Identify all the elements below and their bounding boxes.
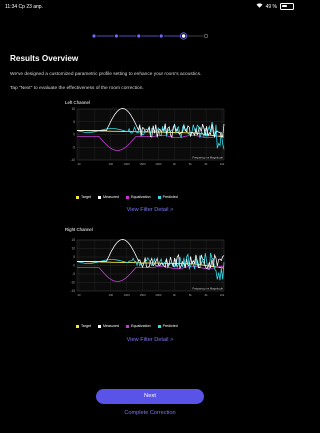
x-tick-label: 5k <box>189 162 193 166</box>
x-tick-label: 10k <box>220 293 225 297</box>
status-bar: 11:34 Ср 23 апр. 49 % <box>0 0 300 12</box>
y-tick-label: 5 <box>73 120 75 124</box>
x-tick-label: 5k <box>189 293 193 297</box>
y-tick-label: -5 <box>72 272 75 276</box>
x-tick-label: 2000 <box>155 293 162 297</box>
legend-measured-swatch <box>98 195 101 199</box>
x-tick-label: 2000 <box>155 162 162 166</box>
y-tick-label: -15 <box>70 289 75 293</box>
y-tick-label: 10 <box>71 107 75 111</box>
progress-stepper <box>90 30 210 42</box>
battery-icon <box>280 3 294 10</box>
right-view-filter-detail-link[interactable]: View Filter Detail > <box>0 337 300 343</box>
right-channel-chart: 15 10 5 0 -5 -10 -15 20 100 1000 1500 2000 3k 5k 6k 10k… <box>65 238 227 298</box>
x-tick-label: 20 <box>77 293 81 297</box>
legend-target: Target <box>76 195 91 199</box>
x-tick-label: 100 <box>108 162 113 166</box>
right-legend: Target Measured Equalization Predicted <box>76 324 178 328</box>
y-tick-label: -5 <box>72 145 75 149</box>
x-tick-label: 1000 <box>124 162 131 166</box>
legend-predicted: Predicted <box>157 195 178 199</box>
x-tick-label: 1000 <box>124 293 131 297</box>
step-done-dot <box>92 34 96 38</box>
x-tick-label: 100 <box>108 293 113 297</box>
step-current-dot <box>181 34 186 38</box>
axis-caption: Frequency vs Magnitude <box>192 156 223 160</box>
y-tick-label: 15 <box>71 238 75 242</box>
right-channel-label: Right Channel <box>65 227 93 232</box>
x-tick-label: 10k <box>220 162 225 166</box>
y-tick-label: -10 <box>70 281 75 285</box>
legend-target-swatch <box>76 324 79 328</box>
legend-equalization-swatch <box>125 195 129 199</box>
y-tick-label: 10 <box>71 247 75 251</box>
y-tick-label: -10 <box>70 158 75 162</box>
step-done-dot <box>159 34 163 38</box>
legend-predicted-swatch <box>157 324 161 328</box>
left-view-filter-detail-link[interactable]: View Filter Detail > <box>0 207 300 213</box>
left-channel-label: Left Channel <box>65 100 90 105</box>
legend-measured-swatch <box>98 324 101 328</box>
status-right: 49 % <box>256 3 294 10</box>
description-text: We've designed a customized parametric p… <box>10 72 202 77</box>
status-time: 11:34 Ср 23 апр. <box>5 4 43 10</box>
x-tick-label: 1500 <box>139 293 146 297</box>
y-tick-label: 0 <box>73 133 75 137</box>
x-tick-label: 20 <box>77 162 81 166</box>
x-tick-label: 1500 <box>139 162 146 166</box>
y-tick-label: 0 <box>73 264 75 268</box>
x-tick-label: 6k <box>205 293 209 297</box>
step-todo-dot <box>204 34 209 39</box>
legend-target: Target <box>76 324 91 328</box>
y-tick-label: 5 <box>73 255 75 259</box>
legend-predicted: Predicted <box>157 324 178 328</box>
legend-equalization: Equalization <box>125 195 151 199</box>
complete-correction-link[interactable]: Complete Correction <box>0 410 300 416</box>
page-title: Results Overview <box>10 54 79 63</box>
step-done-dot <box>114 34 118 38</box>
legend-equalization: Equalization <box>125 324 151 328</box>
next-button[interactable]: Next <box>96 389 204 404</box>
legend-equalization-swatch <box>125 324 129 328</box>
axis-caption: Frequency vs Magnitude <box>192 287 223 291</box>
legend-predicted-swatch <box>157 195 161 199</box>
legend-measured: Measured <box>98 324 119 328</box>
legend-target-swatch <box>76 195 79 199</box>
x-tick-label: 3k <box>173 162 177 166</box>
legend-measured: Measured <box>98 195 119 199</box>
instruction-text: Tap "Next" to evaluate the effectiveness… <box>10 86 144 91</box>
x-tick-label: 6k <box>205 162 209 166</box>
x-tick-label: 3k <box>173 293 177 297</box>
wifi-icon <box>256 3 263 10</box>
left-channel-chart: 10 5 0 -5 -10 20 100 1000 1500 2000 3k 5k 6k 10k Frequ… <box>65 107 227 167</box>
left-legend: Target Measured Equalization Predicted <box>76 195 178 199</box>
step-done-dot <box>137 34 141 38</box>
battery-percent: 49 % <box>265 3 277 10</box>
